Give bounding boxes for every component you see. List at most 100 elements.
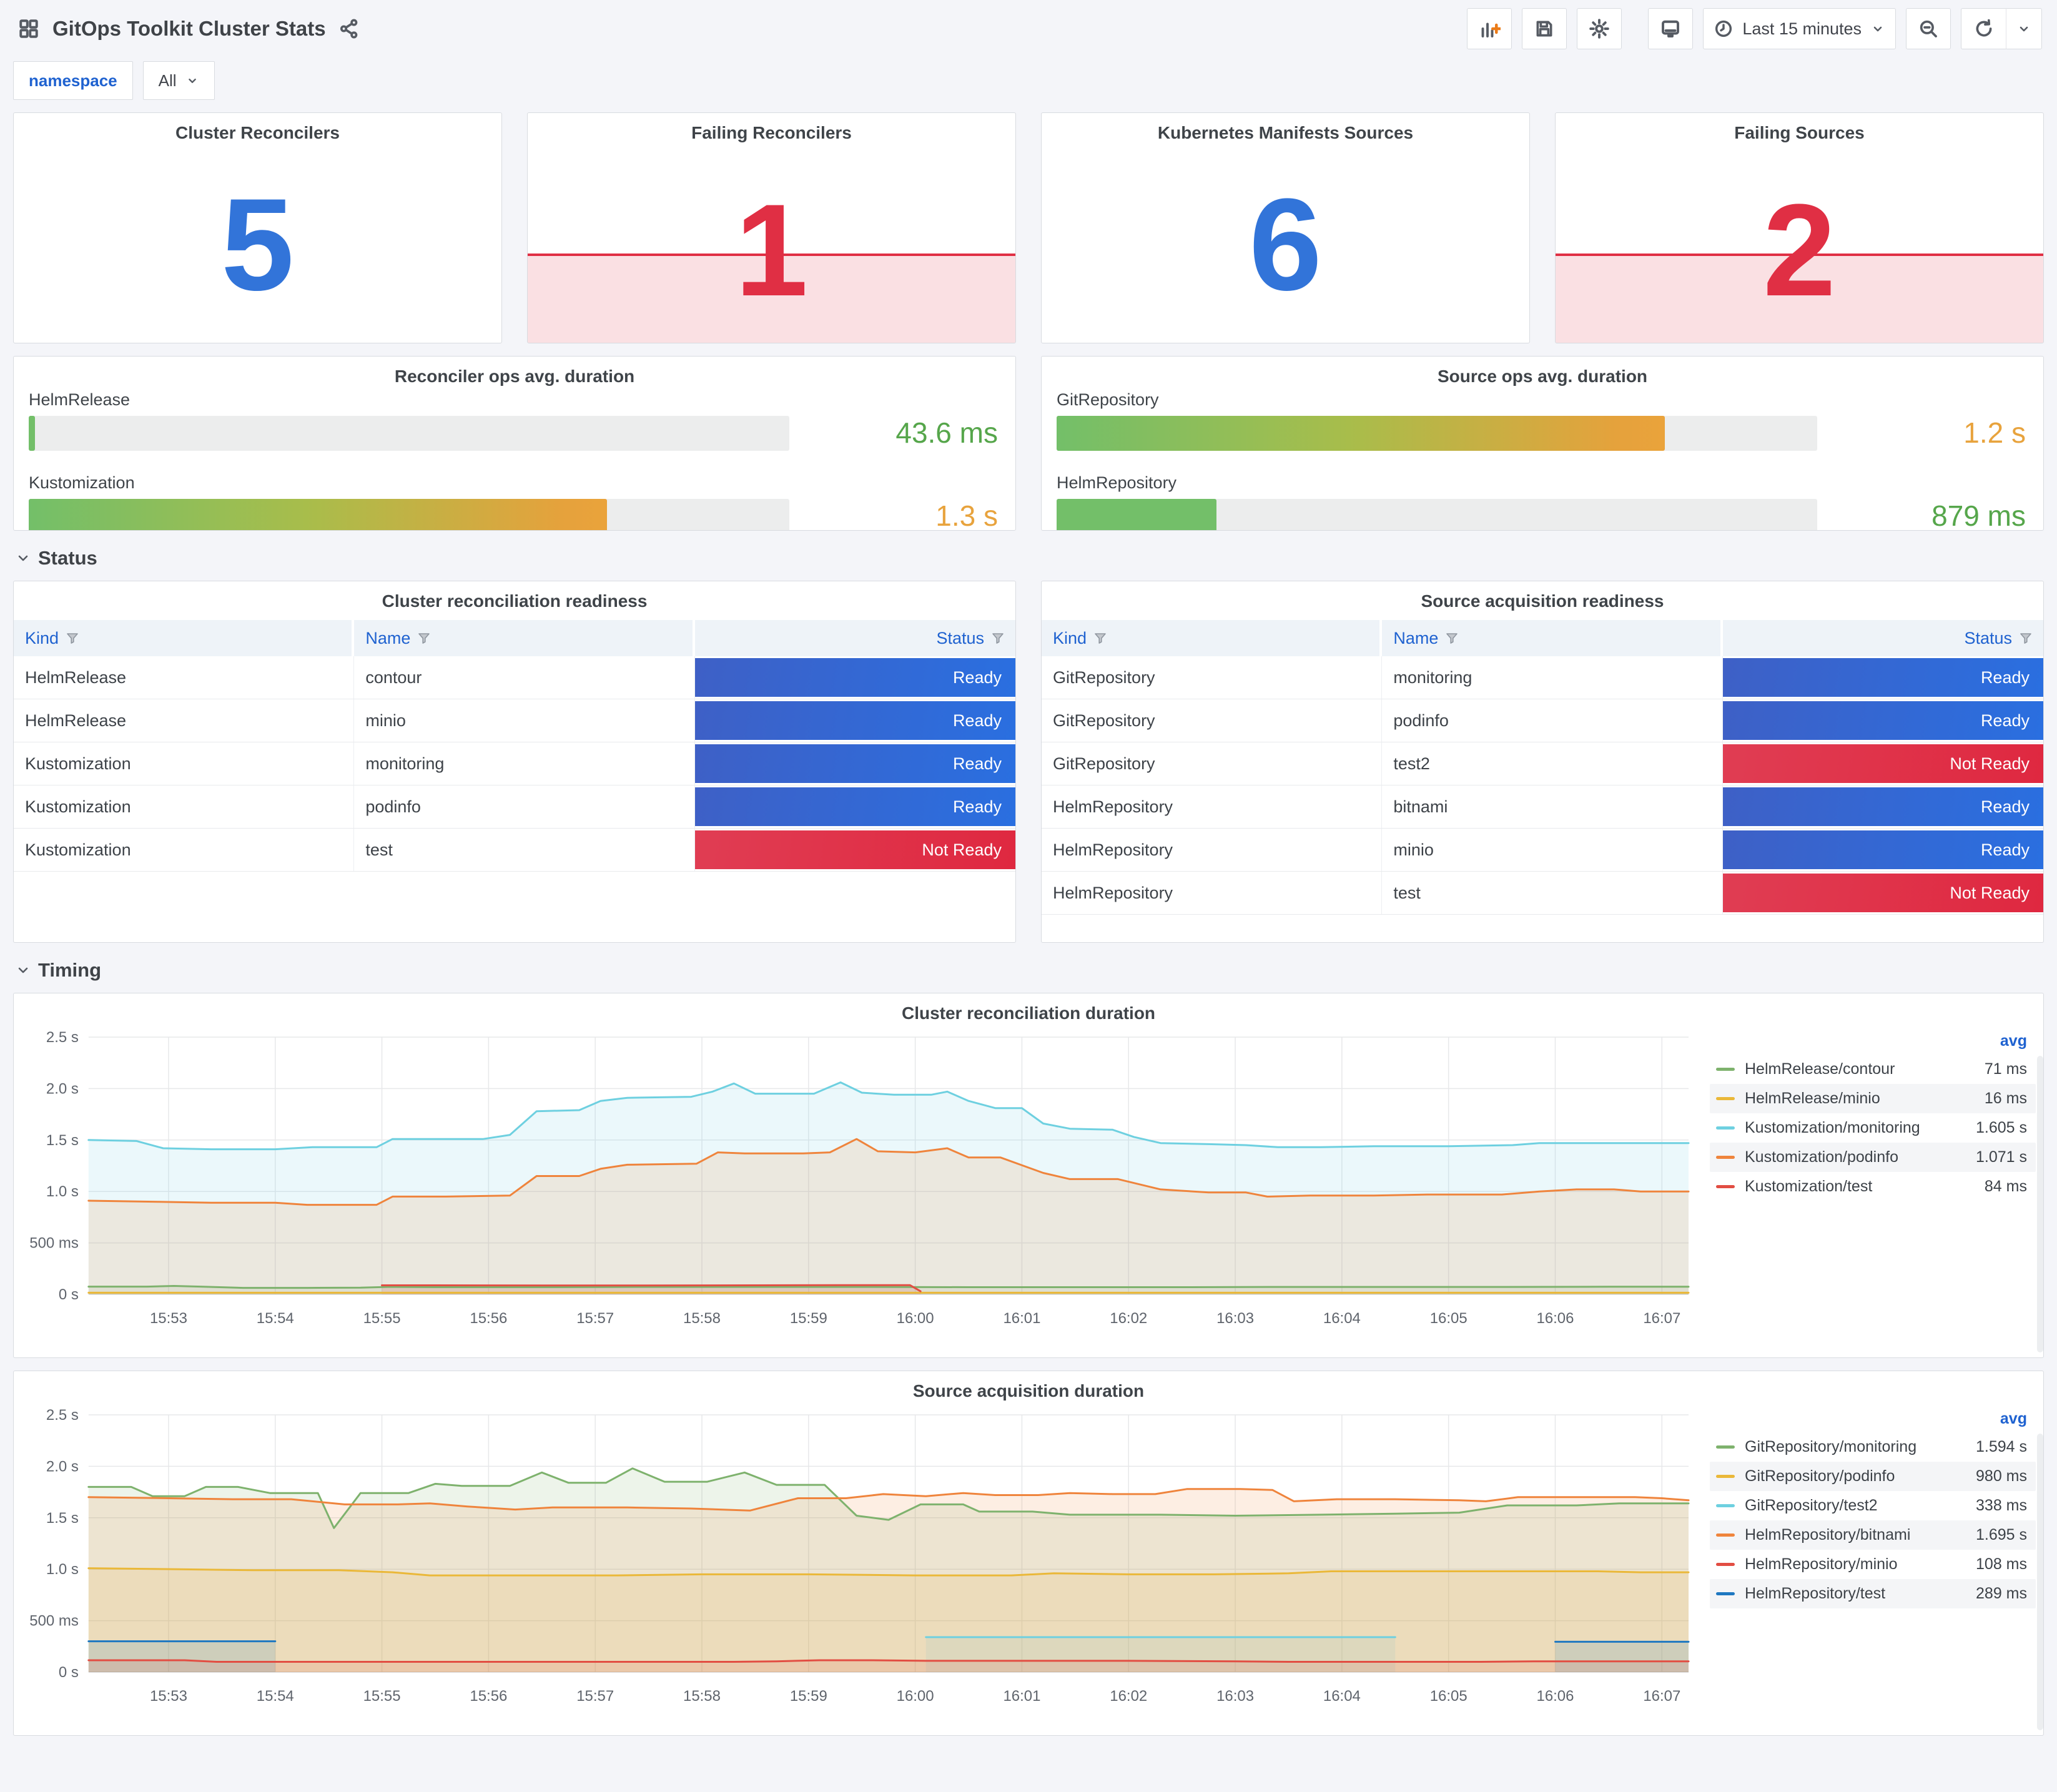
legend-item[interactable]: GitRepository/podinfo 980 ms <box>1710 1462 2036 1491</box>
panel-title[interactable]: Reconciler ops avg. duration <box>14 357 1015 390</box>
gauge-bar <box>1057 416 1665 451</box>
share-dashboard-button[interactable] <box>338 18 360 39</box>
x-axis-tick-label: 16:07 <box>1643 1310 1680 1327</box>
panel-title[interactable]: Cluster reconciliation duration <box>14 993 2043 1027</box>
x-axis-tick-label: 15:58 <box>683 1688 721 1705</box>
time-series-plot[interactable]: 0 s 500 ms 1.0 s 1.5 s 2.0 s 2.5 s 15:53 15:54 1… <box>14 1027 1694 1357</box>
table-row: HelmRelease contour Ready <box>14 656 1015 699</box>
panel-title[interactable]: Source acquisition readiness <box>1042 581 2043 615</box>
panel-title[interactable]: Source acquisition duration <box>14 1371 2043 1405</box>
legend-avg-value: 338 ms <box>1976 1497 2027 1514</box>
time-series-plot[interactable]: 0 s 500 ms 1.0 s 1.5 s 2.0 s 2.5 s 15:53 15:54 1… <box>14 1405 1694 1735</box>
legend-item[interactable]: HelmRepository/test 289 ms <box>1710 1579 2036 1608</box>
variable-namespace-value[interactable]: All <box>142 61 215 100</box>
table-cell-name: monitoring <box>1382 656 1723 699</box>
legend-series-dash-icon <box>1716 1592 1735 1595</box>
table-row: Kustomization test Not Ready <box>14 829 1015 872</box>
panel-title[interactable]: Cluster Reconcilers <box>14 113 501 147</box>
legend-scrollbar[interactable] <box>2037 1056 2043 1352</box>
panel-title[interactable]: Cluster reconciliation readiness <box>14 581 1015 615</box>
column-header-label: Status <box>936 628 984 647</box>
panel-title[interactable]: Source ops avg. duration <box>1042 357 2043 390</box>
chevron-down-icon <box>2020 26 2028 32</box>
column-header-status[interactable]: Status <box>1723 620 2043 656</box>
table-cell-name: minio <box>1382 829 1723 871</box>
table-cell-kind: Kustomization <box>14 785 355 828</box>
column-header-kind[interactable]: Kind <box>14 620 355 656</box>
column-header-kind[interactable]: Kind <box>1042 620 1383 656</box>
y-axis-tick-label: 2.0 s <box>46 1458 79 1475</box>
legend-item[interactable]: GitRepository/monitoring 1.594 s <box>1710 1432 2036 1462</box>
x-axis-tick-label: 16:05 <box>1430 1688 1468 1705</box>
time-range-picker[interactable]: Last 15 minutes <box>1703 8 1896 49</box>
legend-avg-value: 16 ms <box>1984 1090 2027 1107</box>
add-panel-button[interactable] <box>1467 8 1512 49</box>
x-axis-tick-label: 16:04 <box>1323 1310 1361 1327</box>
chevron-down-icon <box>188 78 196 83</box>
table-cell-status: Ready <box>1722 785 2043 828</box>
zoom-out-button[interactable] <box>1906 8 1951 49</box>
variable-namespace-selected: All <box>158 71 177 90</box>
table-panel: Source acquisition readiness Kind Name Stat… <box>1041 581 2044 943</box>
legend-item[interactable]: HelmRelease/minio 16 ms <box>1710 1084 2036 1113</box>
legend-series-dash-icon <box>1716 1534 1735 1537</box>
legend-item[interactable]: HelmRelease/contour 71 ms <box>1710 1055 2036 1084</box>
x-axis-tick-label: 16:03 <box>1216 1688 1254 1705</box>
status-badge: Not Ready <box>694 830 1015 869</box>
refresh-interval-dropdown[interactable] <box>2006 8 2042 49</box>
filter-funnel-icon[interactable] <box>1444 631 1459 646</box>
filter-funnel-icon[interactable] <box>1093 631 1108 646</box>
legend-series-name: HelmRepository/bitnami <box>1745 1526 1911 1543</box>
filter-funnel-icon[interactable] <box>2018 631 2033 646</box>
x-axis-tick-label: 15:55 <box>363 1310 401 1327</box>
column-header-name[interactable]: Name <box>1382 620 1723 656</box>
panel-title[interactable]: Kubernetes Manifests Sources <box>1042 113 1529 147</box>
legend-series-dash-icon <box>1716 1126 1735 1130</box>
panel-title[interactable]: Failing Sources <box>1556 113 2043 147</box>
dashboard-settings-button[interactable] <box>1577 8 1622 49</box>
apps-grid-icon[interactable] <box>17 17 40 40</box>
legend-scrollbar[interactable] <box>2037 1434 2043 1730</box>
stat-panels-row: Cluster Reconcilers 5 Failing Reconcilers 1… <box>13 112 2044 343</box>
gauge-track <box>29 499 789 530</box>
table-row: GitRepository test2 Not Ready <box>1042 742 2043 785</box>
filter-funnel-icon[interactable] <box>417 631 432 646</box>
gauge-label: GitRepository <box>1057 390 1159 409</box>
table-row: Kustomization podinfo Ready <box>14 785 1015 829</box>
legend-item[interactable]: Kustomization/test 84 ms <box>1710 1172 2036 1201</box>
legend-avg-header[interactable]: avg <box>2000 1410 2027 1428</box>
table-row: HelmRepository test Not Ready <box>1042 872 2043 915</box>
legend-item[interactable]: Kustomization/podinfo 1.071 s <box>1710 1143 2036 1172</box>
legend-item[interactable]: HelmRepository/bitnami 1.695 s <box>1710 1520 2036 1550</box>
save-dashboard-button[interactable] <box>1522 8 1567 49</box>
table-cell-name: podinfo <box>354 785 695 828</box>
refresh-button[interactable] <box>1961 8 2006 49</box>
column-header-label: Name <box>1393 628 1439 647</box>
timing-section-toggle[interactable]: Timing <box>16 959 2041 982</box>
table-cell-name: podinfo <box>1382 699 1723 742</box>
legend-item[interactable]: HelmRepository/minio 108 ms <box>1710 1550 2036 1579</box>
table-row: GitRepository podinfo Ready <box>1042 699 2043 742</box>
x-axis-tick-label: 16:01 <box>1003 1310 1040 1327</box>
table-cell-name: test <box>354 829 695 871</box>
gauge-value: 43.6 ms <box>895 416 998 449</box>
legend-series-name: HelmRelease/minio <box>1745 1090 1880 1107</box>
x-axis-tick-label: 15:54 <box>257 1688 294 1705</box>
legend-series-dash-icon <box>1716 1504 1735 1507</box>
toolbar: Last 15 minutes <box>1467 8 2042 49</box>
panel-title[interactable]: Failing Reconcilers <box>528 113 1015 147</box>
column-header-name[interactable]: Name <box>354 620 695 656</box>
status-section-toggle[interactable]: Status <box>16 547 2041 569</box>
table-row: Kustomization monitoring Ready <box>14 742 1015 785</box>
variable-namespace-label[interactable]: namespace <box>13 61 133 100</box>
column-header-status[interactable]: Status <box>695 620 1015 656</box>
legend-item[interactable]: Kustomization/monitoring 1.605 s <box>1710 1113 2036 1143</box>
status-badge: Not Ready <box>1722 744 2043 783</box>
filter-funnel-icon[interactable] <box>65 631 80 646</box>
cycle-view-button[interactable] <box>1648 8 1694 49</box>
table-cell-status: Ready <box>1722 829 2043 871</box>
filter-funnel-icon[interactable] <box>990 631 1005 646</box>
clock-icon <box>1715 20 1732 37</box>
legend-avg-header[interactable]: avg <box>2000 1032 2027 1050</box>
legend-item[interactable]: GitRepository/test2 338 ms <box>1710 1491 2036 1520</box>
